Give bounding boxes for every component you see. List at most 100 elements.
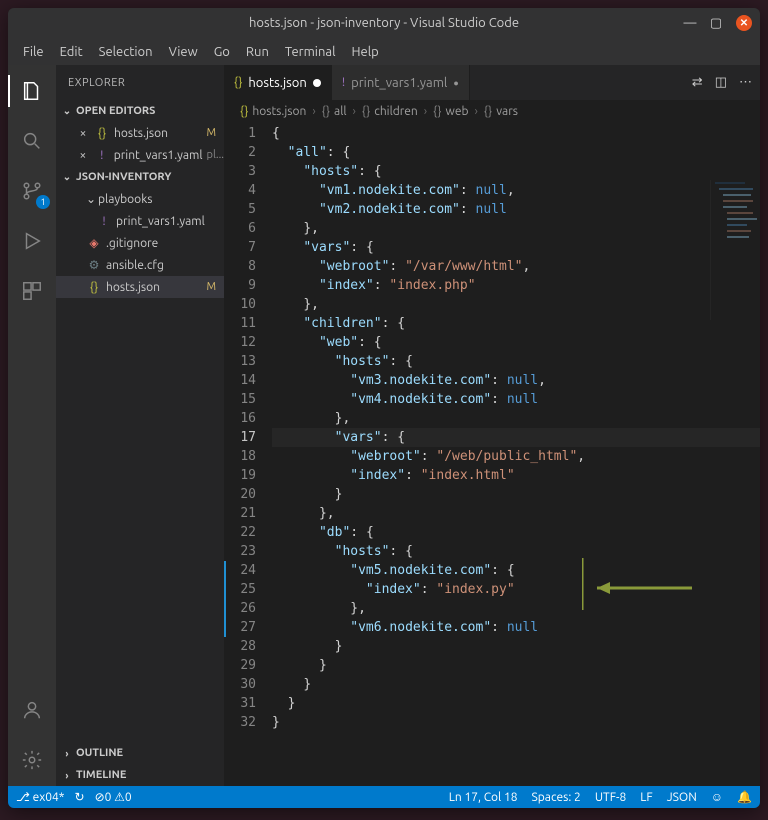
activity-run-debug[interactable]	[8, 225, 56, 257]
code-line[interactable]: "vm2.nodekite.com": null	[272, 200, 760, 219]
window-title: hosts.json - json-inventory - Visual Stu…	[249, 16, 519, 30]
scm-status-badge: M	[206, 127, 216, 139]
code-line[interactable]: "index": "index.php"	[272, 276, 760, 295]
workspace-header[interactable]: ⌄ JSON-INVENTORY	[56, 166, 224, 188]
activity-source-control[interactable]: 1	[8, 175, 56, 207]
activity-extensions[interactable]	[8, 275, 56, 307]
tab-label: print_vars1.yaml	[351, 76, 447, 90]
code-line[interactable]: "webroot": "/var/www/html",	[272, 257, 760, 276]
outline-header[interactable]: › OUTLINE	[56, 742, 224, 764]
timeline-header[interactable]: › TIMELINE	[56, 764, 224, 786]
menu-file[interactable]: File	[16, 41, 51, 63]
code-line[interactable]: "hosts": {	[272, 162, 760, 181]
file-name: playbooks	[98, 193, 152, 206]
menu-selection[interactable]: Selection	[92, 41, 160, 63]
close-window-button[interactable]: ✕	[736, 15, 752, 31]
code-line[interactable]: {	[272, 124, 760, 143]
status-encoding[interactable]: UTF-8	[595, 791, 626, 804]
tab-label: hosts.json	[248, 76, 306, 90]
breadcrumb-part[interactable]: vars	[496, 105, 518, 118]
code-line[interactable]: "vars": {	[272, 238, 760, 257]
code-line[interactable]: "vm3.nodekite.com": null,	[272, 371, 760, 390]
activity-settings[interactable]	[8, 744, 56, 776]
minimize-button[interactable]: —	[684, 17, 696, 29]
code-line[interactable]: }	[272, 675, 760, 694]
status-bar: ⎇ ex04* ↻ ⊘0 ⚠0 Ln 17, Col 18 Spaces: 2 …	[8, 786, 760, 808]
code-line[interactable]: }	[272, 713, 760, 732]
open-editor-item[interactable]: ×!print_vars1.yamlpl...	[56, 144, 224, 166]
menu-go[interactable]: Go	[207, 41, 237, 63]
status-problems[interactable]: ⊘0 ⚠0	[95, 790, 132, 804]
tree-item[interactable]: ◈.gitignore	[56, 232, 224, 254]
more-icon[interactable]: ⋯	[739, 75, 752, 90]
tree-item[interactable]: ⚙ansible.cfg	[56, 254, 224, 276]
editor-tab[interactable]: !print_vars1.yaml●	[332, 65, 470, 100]
status-eol[interactable]: LF	[640, 791, 652, 804]
tree-item[interactable]: !print_vars1.yaml	[56, 210, 224, 232]
explorer-sidebar: EXPLORER ⌄ OPEN EDITORS ×{}hosts.jsonM×!…	[56, 65, 224, 786]
breadcrumb-part[interactable]: all	[334, 105, 346, 118]
close-editor-icon[interactable]: ×	[76, 149, 90, 162]
breadcrumb-part[interactable]: hosts.json	[252, 105, 306, 118]
tabbar-actions: ⇄ ◫ ⋯	[684, 65, 760, 100]
breadcrumb-part[interactable]: web	[446, 105, 469, 118]
code-line[interactable]: },	[272, 599, 760, 618]
code-line[interactable]: },	[272, 219, 760, 238]
code-line[interactable]: "webroot": "/web/public_html",	[272, 447, 760, 466]
code-line[interactable]: "vm6.nodekite.com": null	[272, 618, 760, 637]
code-line[interactable]: "db": {	[272, 523, 760, 542]
activity-search[interactable]	[8, 125, 56, 157]
menu-help[interactable]: Help	[344, 41, 385, 63]
status-feedback-icon[interactable]: ☺	[711, 790, 723, 804]
code-line[interactable]: "vm1.nodekite.com": null,	[272, 181, 760, 200]
code-line[interactable]: "all": {	[272, 143, 760, 162]
code-line[interactable]: "hosts": {	[272, 542, 760, 561]
breadcrumb-part[interactable]: children	[374, 105, 418, 118]
menu-view[interactable]: View	[162, 41, 205, 63]
tree-item[interactable]: ⌄playbooks	[56, 188, 224, 210]
json-icon: {}	[240, 105, 248, 118]
open-editors-header[interactable]: ⌄ OPEN EDITORS	[56, 100, 224, 122]
yaml-file-icon: !	[94, 149, 110, 162]
code-content[interactable]: { "all": { "hosts": { "vm1.nodekite.com"…	[272, 122, 760, 786]
code-editor[interactable]: 1234567891011121314151617181920212223242…	[224, 122, 760, 786]
status-language[interactable]: JSON	[667, 791, 697, 804]
maximize-button[interactable]: ▢	[710, 17, 722, 29]
code-line[interactable]: "vm4.nodekite.com": null	[272, 390, 760, 409]
code-line[interactable]: }	[272, 485, 760, 504]
code-line[interactable]: }	[272, 656, 760, 675]
breadcrumbs[interactable]: {} hosts.json›{} all›{} children›{} web›…	[224, 100, 760, 122]
code-line[interactable]: },	[272, 409, 760, 428]
code-line[interactable]: "index": "index.py"	[272, 580, 760, 599]
menu-terminal[interactable]: Terminal	[278, 41, 343, 63]
minimap[interactable]	[710, 180, 758, 320]
menu-edit[interactable]: Edit	[53, 41, 90, 63]
chevron-right-icon: ›	[60, 770, 74, 781]
code-line[interactable]: },	[272, 504, 760, 523]
status-notifications-icon[interactable]: 🔔	[737, 790, 752, 804]
status-line-col[interactable]: Ln 17, Col 18	[449, 791, 518, 804]
code-line[interactable]: "hosts": {	[272, 352, 760, 371]
code-line[interactable]: "vm5.nodekite.com": {	[272, 561, 760, 580]
code-line[interactable]: "vars": {	[272, 428, 760, 447]
code-line[interactable]: }	[272, 637, 760, 656]
compare-icon[interactable]: ⇄	[692, 75, 703, 90]
code-line[interactable]: },	[272, 295, 760, 314]
status-spaces[interactable]: Spaces: 2	[532, 791, 581, 804]
json-icon: {}	[484, 105, 492, 118]
close-editor-icon[interactable]: ×	[76, 127, 90, 140]
status-sync[interactable]: ↻	[75, 790, 85, 804]
code-line[interactable]: "index": "index.html"	[272, 466, 760, 485]
open-editor-item[interactable]: ×{}hosts.jsonM	[56, 122, 224, 144]
activity-explorer[interactable]	[8, 75, 56, 107]
code-line[interactable]: }	[272, 694, 760, 713]
play-icon	[21, 230, 43, 252]
code-line[interactable]: "web": {	[272, 333, 760, 352]
split-editor-icon[interactable]: ◫	[715, 75, 727, 90]
menu-run[interactable]: Run	[239, 41, 276, 63]
activity-accounts[interactable]	[8, 694, 56, 726]
editor-tab[interactable]: {}hosts.json	[224, 65, 332, 100]
code-line[interactable]: "children": {	[272, 314, 760, 333]
tree-item[interactable]: {}hosts.jsonM	[56, 276, 224, 298]
status-branch[interactable]: ⎇ ex04*	[16, 790, 65, 804]
